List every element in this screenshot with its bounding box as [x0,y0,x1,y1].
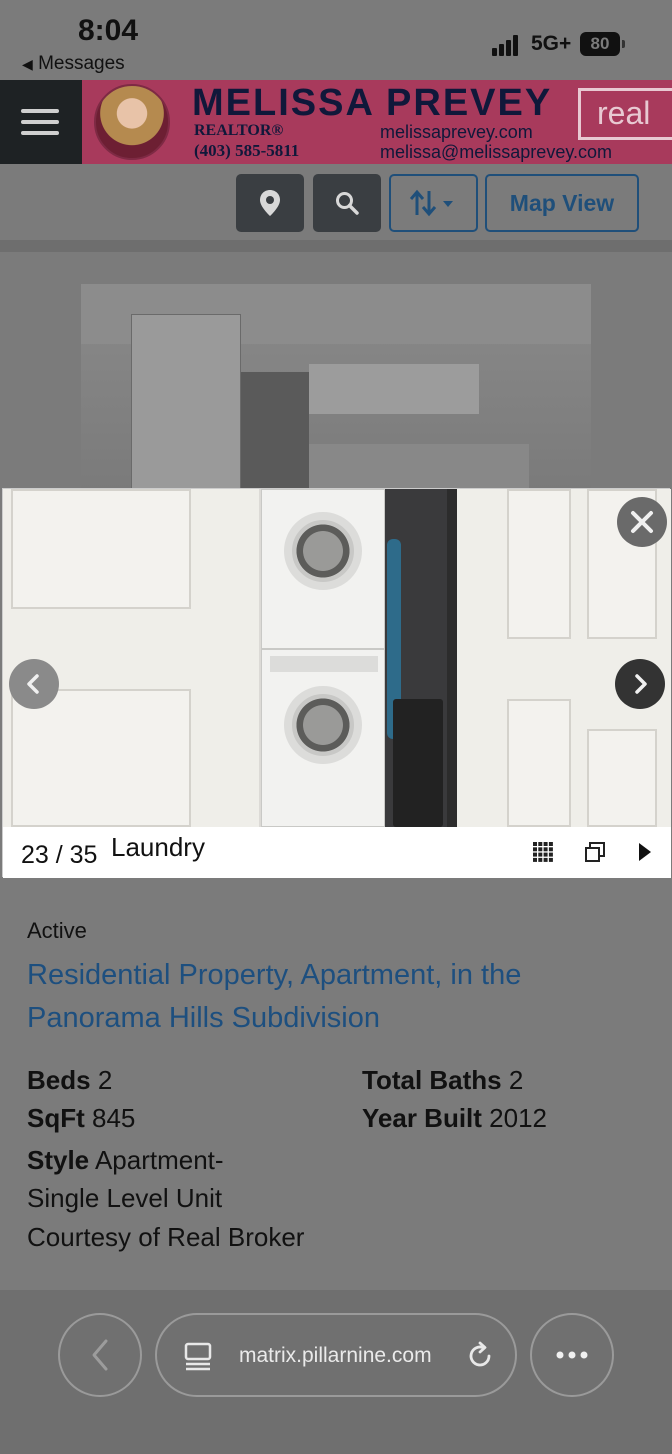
courtesy-text: Courtesy of Real Broker [27,1222,305,1252]
url-text: matrix.pillarnine.com [239,1344,432,1367]
listing-toolbar: Map View [0,164,672,240]
beds-value: 2 [97,1065,113,1095]
grid-view-icon[interactable] [533,842,553,862]
agent-banner[interactable]: MELISSA PREVEY REALTOR® (403) 585-5811 m… [82,80,672,164]
baths-label: Total Baths [362,1065,502,1095]
back-arrow-icon: ◀ [22,56,33,72]
photo-lightbox: 23 / 35 Laundry [2,488,671,878]
browser-bottom-bar: matrix.pillarnine.com [0,1290,672,1454]
network-label: 5G+ [531,32,572,55]
location-button[interactable] [236,174,304,232]
year-built-value: 2012 [489,1103,548,1133]
browser-more-button[interactable] [530,1313,614,1397]
photo-cabinet [131,314,241,494]
battery-icon: 80 [580,32,620,56]
reload-icon[interactable] [465,1341,495,1371]
previous-photo-button[interactable] [9,659,59,709]
location-pin-icon [260,190,280,216]
photo-left-door [3,489,259,827]
style-fact: Style Apartment-Single Level Unit [27,1141,267,1217]
listing-main-photo[interactable] [81,284,591,494]
back-app-label: Messages [38,53,125,74]
play-slideshow-icon[interactable] [637,842,653,862]
photo-dryer [261,489,385,649]
year-built-fact: Year Built 2012 [362,1103,547,1134]
next-photo-button[interactable] [615,659,665,709]
back-to-messages[interactable]: ◀ Messages [22,53,125,75]
sort-dropdown[interactable] [389,174,478,232]
photo-fridge [241,372,309,494]
toolbar-divider [0,240,672,252]
sqft-fact: SqFt 845 [27,1103,135,1134]
agent-website: melissaprevey.com [380,122,533,142]
status-bar: 8:04 ◀ Messages 5G+ 80 [0,0,672,80]
baths-fact: Total Baths 2 [362,1065,523,1096]
listing-title-link[interactable]: Residential Property, Apartment, in the … [27,954,627,1040]
chevron-left-icon [92,1339,108,1371]
site-header: MELISSA PREVEY REALTOR® (403) 585-5811 m… [0,80,672,164]
agent-role: REALTOR® [194,122,284,139]
chevron-left-icon [27,674,39,694]
battery-tip [622,40,625,48]
menu-button[interactable] [0,80,82,164]
fullscreen-icon[interactable] [585,842,605,862]
photo-trash-bin [393,699,443,827]
agent-avatar [94,84,170,160]
sqft-value: 845 [92,1103,136,1133]
lightbox-photo[interactable] [3,489,671,827]
lightbox-caption-bar: 23 / 35 Laundry [3,827,671,878]
style-label: Style [27,1145,90,1175]
close-icon [631,511,653,533]
tabs-icon[interactable] [183,1341,213,1371]
address-bar[interactable]: matrix.pillarnine.com [155,1313,517,1397]
year-built-label: Year Built [362,1103,482,1133]
signal-icon [492,34,522,56]
search-icon [336,192,359,215]
brokerage-logo: real [578,88,672,140]
photo-washer [261,649,385,827]
photo-caption: Laundry [111,832,205,862]
agent-name: MELISSA PREVEY [192,82,553,124]
more-icon [556,1351,588,1359]
search-button[interactable] [313,174,381,232]
beds-fact: Beds 2 [27,1065,112,1096]
browser-back-button[interactable] [58,1313,142,1397]
agent-email: melissa@melissaprevey.com [380,142,612,162]
chevron-right-icon [635,674,647,694]
map-view-button[interactable]: Map View [485,174,639,232]
beds-label: Beds [27,1065,91,1095]
photo-counter: 23 / 35 [21,841,98,869]
disclaimer-text-cutoff [27,1276,647,1290]
status-time: 8:04 [78,14,139,47]
sort-icon [409,189,453,217]
agent-phone: (403) 585-5811 [194,141,300,160]
baths-value: 2 [508,1065,524,1095]
sqft-label: SqFt [27,1103,85,1133]
photo-counter [309,444,529,494]
listing-status: Active [27,918,87,943]
close-lightbox-button[interactable] [617,497,667,547]
photo-upper-cabinets [309,364,479,414]
